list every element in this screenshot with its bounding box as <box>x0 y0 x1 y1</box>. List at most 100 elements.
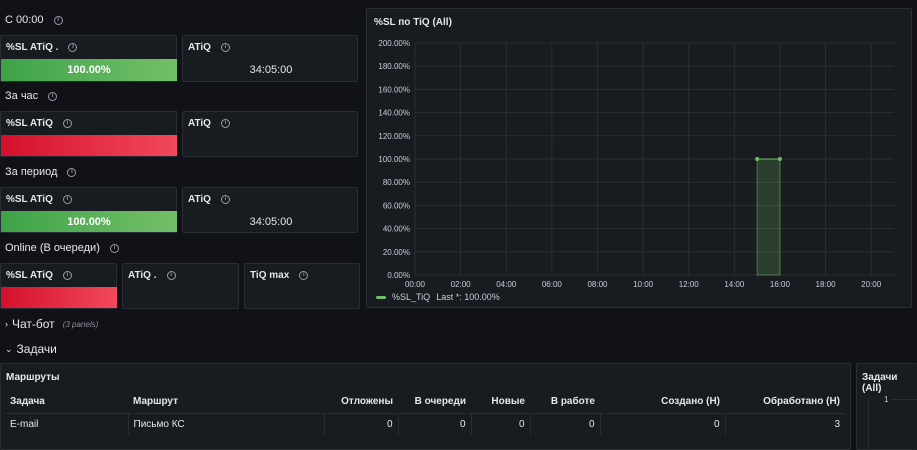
info-icon[interactable]: i <box>166 271 176 280</box>
chevron-down-icon: ⌄ <box>5 343 13 354</box>
col-header[interactable]: Создано (Н) <box>600 391 725 413</box>
data-point <box>777 157 782 161</box>
routes-panel: Маршруты Задача Маршрут Отложены В очере… <box>0 363 851 450</box>
series-area <box>756 158 781 276</box>
info-icon[interactable]: i <box>220 43 230 52</box>
x-tick-label: 16:00 <box>770 280 791 289</box>
period-sl-panel: %SL ATiQ i 100.00% <box>0 187 177 233</box>
online-atiq-panel: ATiQ . i <box>122 263 239 309</box>
legend-color-swatch <box>376 295 386 299</box>
y-tick-label: 140.00% <box>378 109 410 118</box>
col-header[interactable]: Новые <box>471 391 530 413</box>
info-icon[interactable]: i <box>220 119 230 128</box>
y-tick-label: 200.00% <box>378 39 410 48</box>
col-header[interactable]: Задача <box>5 391 128 413</box>
online-tiq-title: TiQ max <box>250 270 290 281</box>
online-sl-title: %SL ATiQ <box>6 270 53 281</box>
tasks-all-axis-v <box>868 399 869 450</box>
sl-tiq-chart: 0.00% 20.00% 40.00% 60.00% 80.00% 100.00% 120.… <box>378 39 894 289</box>
legend-last-value: Last *: 100.00% <box>436 292 500 302</box>
table-cell: 0 <box>397 412 471 435</box>
section-chatbot[interactable]: › Чат-бот (3 panels) <box>5 317 98 331</box>
info-icon[interactable]: i <box>62 271 72 280</box>
chart-legend[interactable]: %SL_TiQ Last *: 100.00% <box>376 292 500 302</box>
sl-tiq-chart-panel: %SL по TiQ (All) 0.00% 20.00% 40.00% 60.00%… <box>366 8 912 308</box>
x-tick-label: 04:00 <box>496 280 517 289</box>
period-sl-title: %SL ATiQ <box>6 194 53 205</box>
hour-atiq-panel: ATiQ i <box>182 111 358 157</box>
x-tick-label: 00:00 <box>405 280 426 289</box>
period-atiq-panel: ATiQ i 34:05:00 <box>182 187 358 233</box>
hour-atiq-title: ATiQ <box>188 118 211 129</box>
col-header[interactable]: В работе <box>530 391 600 413</box>
period-atiq-title: ATiQ <box>188 194 211 205</box>
period-sl-bar: 100.00% <box>1 211 177 232</box>
y-tick-label: 160.00% <box>378 85 410 94</box>
row-title-period: За период i <box>5 166 77 178</box>
table-cell: Письмо КС <box>127 412 324 435</box>
routes-table: Задача Маршрут Отложены В очереди Новые … <box>5 391 845 435</box>
x-tick-label: 14:00 <box>724 280 745 289</box>
info-icon[interactable]: i <box>109 243 119 253</box>
tasks-all-title[interactable]: Задачи (All) <box>862 372 917 394</box>
col-header[interactable]: Отложены <box>324 391 398 413</box>
period-sl-value: 100.00% <box>67 215 111 228</box>
legend-series-name: %SL_TiQ <box>392 292 431 302</box>
hour-sl-title: %SL ATiQ <box>6 118 53 129</box>
info-icon[interactable]: i <box>53 15 63 25</box>
since-sl-value: 100.00% <box>67 64 111 76</box>
table-cell: 3 <box>724 412 845 435</box>
row-title-hour: За час i <box>5 90 58 102</box>
since-sl-panel: %SL ATiQ . i 100.00% <box>0 35 177 82</box>
row-title-online-label: Online (В очереди) <box>5 242 100 254</box>
col-header[interactable]: В очереди <box>398 391 471 413</box>
info-icon[interactable]: i <box>67 167 77 177</box>
x-tick-label: 02:00 <box>451 280 472 289</box>
table-cell: 0 <box>599 412 725 435</box>
table-cell: E-mail <box>5 412 128 435</box>
online-sl-bar <box>1 287 117 308</box>
info-icon[interactable]: i <box>299 271 309 280</box>
x-tick-label: 06:00 <box>542 280 563 289</box>
since-sl-title: %SL ATiQ . <box>6 42 59 53</box>
since-atiq-panel: ATiQ i 34:05:00 <box>182 35 358 82</box>
section-tasks[interactable]: ⌄ Задачи <box>5 342 57 356</box>
table-header-row: Задача Маршрут Отложены В очереди Новые … <box>5 391 845 413</box>
routes-panel-title[interactable]: Маршруты <box>6 372 60 383</box>
since-sl-bar: 100.00% <box>1 59 177 81</box>
online-tiq-panel: TiQ max i <box>244 263 360 309</box>
table-row: E-mail Письмо КС 0 0 0 0 0 3 <box>5 412 845 435</box>
x-tick-label: 18:00 <box>816 280 837 289</box>
y-tick-label: 120.00% <box>378 132 410 141</box>
table-cell: 0 <box>323 412 398 435</box>
x-tick-label: 20:00 <box>861 280 882 289</box>
y-tick-label: 60.00% <box>383 201 410 210</box>
data-point <box>755 157 760 161</box>
section-chatbot-sub: (3 panels) <box>62 319 99 329</box>
info-icon[interactable]: i <box>48 91 58 101</box>
row-title-period-label: За период <box>5 166 58 178</box>
y-tick-label: 20.00% <box>383 248 410 257</box>
y-tick-label: 100.00% <box>378 155 410 164</box>
x-tick-label: 12:00 <box>679 280 700 289</box>
table-cell: 0 <box>529 412 600 435</box>
info-icon[interactable]: i <box>220 195 230 204</box>
info-icon[interactable]: i <box>62 195 72 204</box>
info-icon[interactable]: i <box>62 119 72 128</box>
period-atiq-value: 34:05:00 <box>249 216 293 228</box>
y-tick-label: 80.00% <box>383 178 410 187</box>
since-atiq-title: ATiQ <box>188 42 211 53</box>
section-chatbot-label: Чат-бот <box>12 317 55 331</box>
hour-sl-panel: %SL ATiQ i <box>0 111 177 157</box>
hour-sl-bar <box>1 135 177 156</box>
since-atiq-value: 34:05:00 <box>249 64 293 76</box>
y-tick-label: 40.00% <box>383 225 410 234</box>
col-header[interactable]: Обработано (Н) <box>725 391 845 413</box>
info-icon[interactable]: i <box>68 43 78 52</box>
section-tasks-label: Задачи <box>16 342 57 356</box>
row-title-online: Online (В очереди) i <box>5 242 119 254</box>
y-tick-label: 0.00% <box>387 271 410 280</box>
online-atiq-title: ATiQ . <box>128 270 157 281</box>
table-cell: 0 <box>470 412 530 435</box>
col-header[interactable]: Маршрут <box>128 391 324 413</box>
